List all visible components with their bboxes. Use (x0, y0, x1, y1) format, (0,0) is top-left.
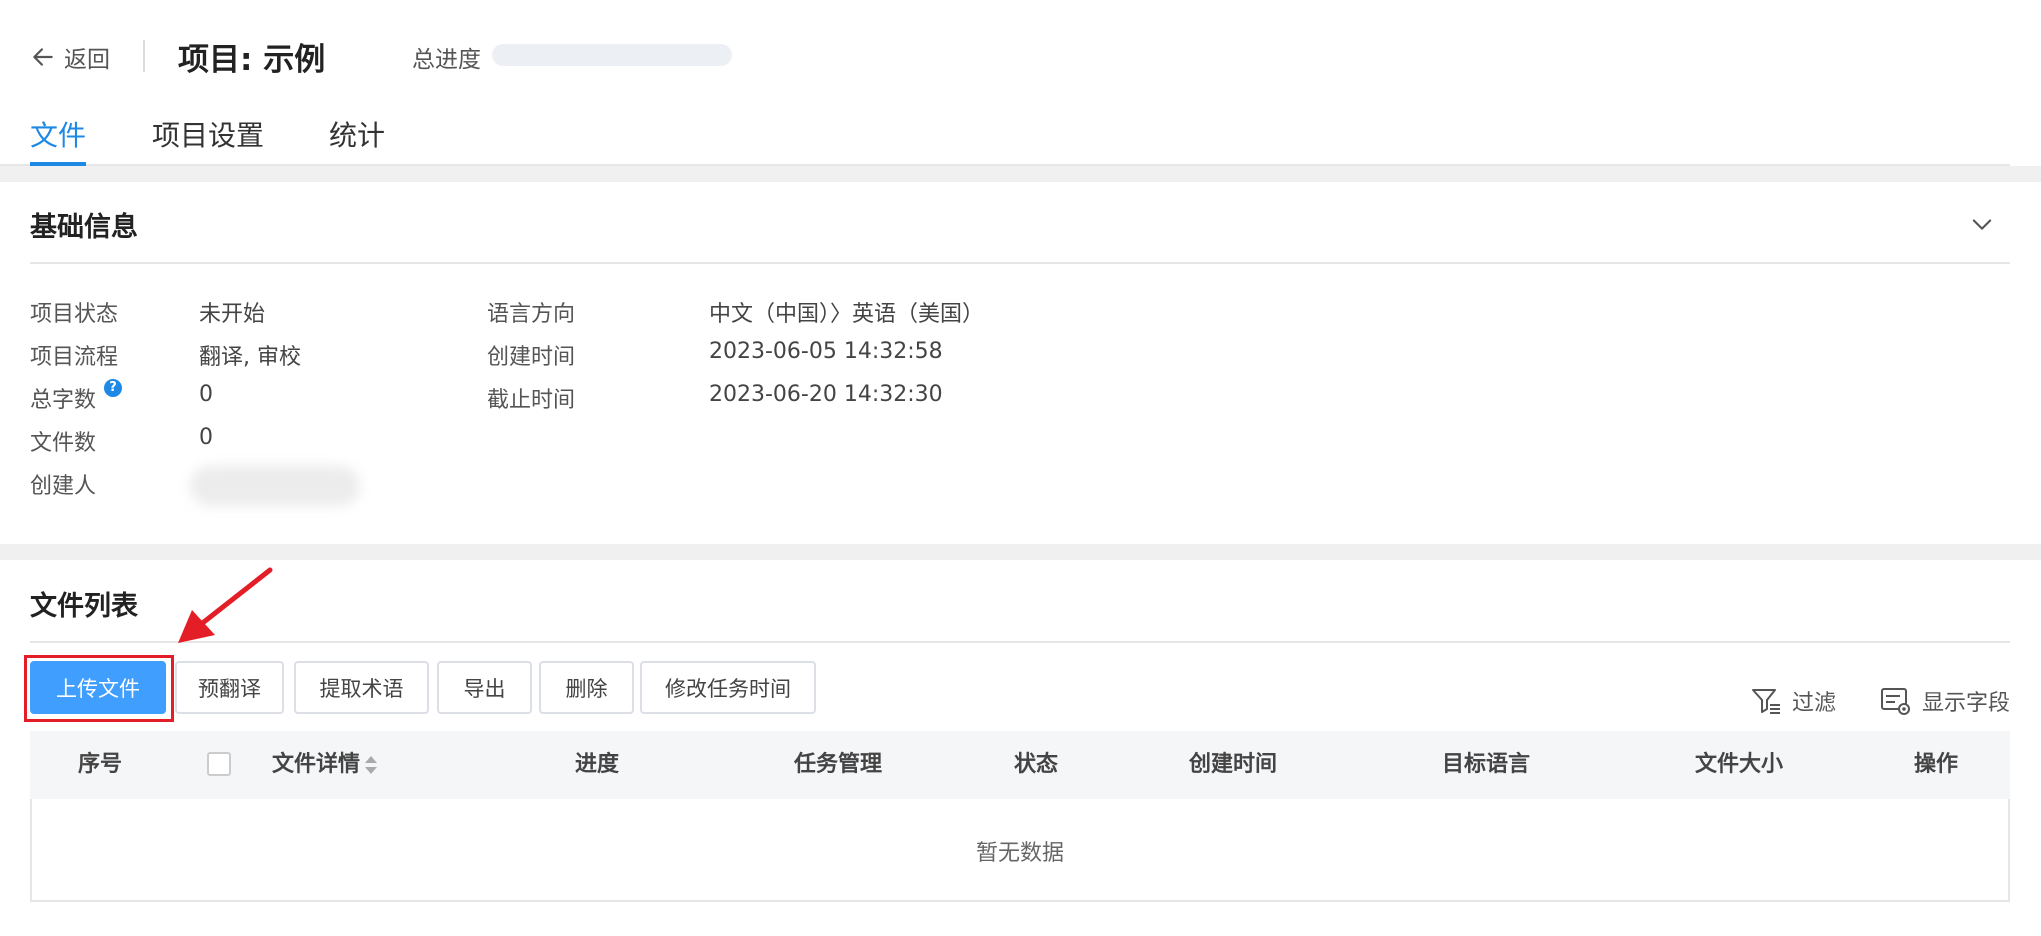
export-button[interactable]: 导出 (437, 661, 532, 714)
display-fields-label: 显示字段 (1922, 691, 2011, 716)
empty-state-text: 暂无数据 (975, 841, 1064, 866)
display-fields-button[interactable]: 显示字段 (1880, 685, 2010, 717)
info-value-status: 未开始 (199, 302, 266, 327)
table-header: 序号 文件详情 进度 任务管理 状态 创建时间 目标语言 文件大小 操作 (30, 731, 2010, 799)
info-value-file-count: 0 (199, 425, 213, 450)
column-header-index: 序号 (78, 752, 123, 777)
progress-label: 总进度 (412, 47, 481, 73)
info-value-created-time: 2023-06-05 14:32:58 (709, 339, 943, 364)
select-all-checkbox[interactable] (207, 752, 231, 776)
tab-project-settings[interactable]: 项目设置 (152, 114, 264, 164)
filter-icon (1752, 689, 1780, 714)
info-label-word-count: 总字数 (30, 388, 97, 413)
column-header-progress: 进度 (575, 752, 620, 777)
page-header: 返回 项目: 示例 总进度 (0, 0, 2041, 110)
back-button[interactable]: 返回 (30, 40, 110, 74)
annotation-arrow (178, 567, 273, 643)
header-divider (143, 40, 145, 72)
modify-task-time-button[interactable]: 修改任务时间 (640, 661, 816, 714)
display-fields-icon (1881, 688, 1910, 715)
tab-files[interactable]: 文件 (30, 114, 87, 166)
extract-terms-button[interactable]: 提取术语 (294, 661, 429, 714)
info-label-workflow: 项目流程 (30, 345, 119, 370)
help-icon[interactable]: ? (104, 379, 122, 397)
info-value-language-direction: 中文（中国）〉英语（美国） (709, 302, 985, 327)
tab-statistics[interactable]: 统计 (329, 114, 385, 164)
info-label-created-time: 创建时间 (487, 345, 576, 370)
column-header-task-management: 任务管理 (794, 752, 883, 777)
section-separator (0, 166, 2041, 182)
delete-button[interactable]: 删除 (539, 661, 634, 714)
basic-info-title: 基础信息 (30, 212, 138, 243)
column-header-created-time: 创建时间 (1189, 752, 1278, 777)
file-list-divider (30, 641, 2010, 643)
column-header-actions: 操作 (1914, 752, 1959, 777)
section-separator (0, 544, 2041, 560)
info-label-status: 项目状态 (30, 302, 119, 327)
file-list-title: 文件列表 (30, 591, 138, 622)
chevron-down-icon[interactable] (1968, 210, 1996, 238)
info-label-creator: 创建人 (30, 474, 97, 499)
basic-info-divider (30, 262, 2010, 264)
back-label: 返回 (64, 47, 110, 73)
info-value-deadline: 2023-06-20 14:32:30 (709, 382, 943, 407)
info-label-language-direction: 语言方向 (487, 302, 576, 327)
arrow-left-icon (33, 48, 53, 66)
info-value-word-count: 0 (199, 382, 213, 407)
pretranslate-button[interactable]: 预翻译 (175, 661, 284, 714)
tab-bar: 文件 项目设置 统计 (0, 110, 2010, 166)
page-title: 项目: 示例 (178, 42, 326, 78)
column-header-status: 状态 (1014, 752, 1059, 777)
info-value-workflow: 翻译, 审校 (199, 345, 301, 370)
filter-label: 过滤 (1792, 691, 1837, 716)
annotation-highlight-box (24, 655, 174, 722)
creator-redacted (190, 466, 360, 506)
column-header-file-details[interactable]: 文件详情 (272, 731, 360, 799)
table-body: 暂无数据 (30, 799, 2010, 902)
column-header-target-language: 目标语言 (1442, 752, 1531, 777)
sort-icon[interactable] (363, 753, 379, 777)
filter-button[interactable]: 过滤 (1750, 685, 1836, 717)
progress-bar (492, 44, 732, 66)
info-label-file-count: 文件数 (30, 431, 97, 456)
info-label-deadline: 截止时间 (487, 388, 576, 413)
column-header-file-size: 文件大小 (1695, 752, 1784, 777)
